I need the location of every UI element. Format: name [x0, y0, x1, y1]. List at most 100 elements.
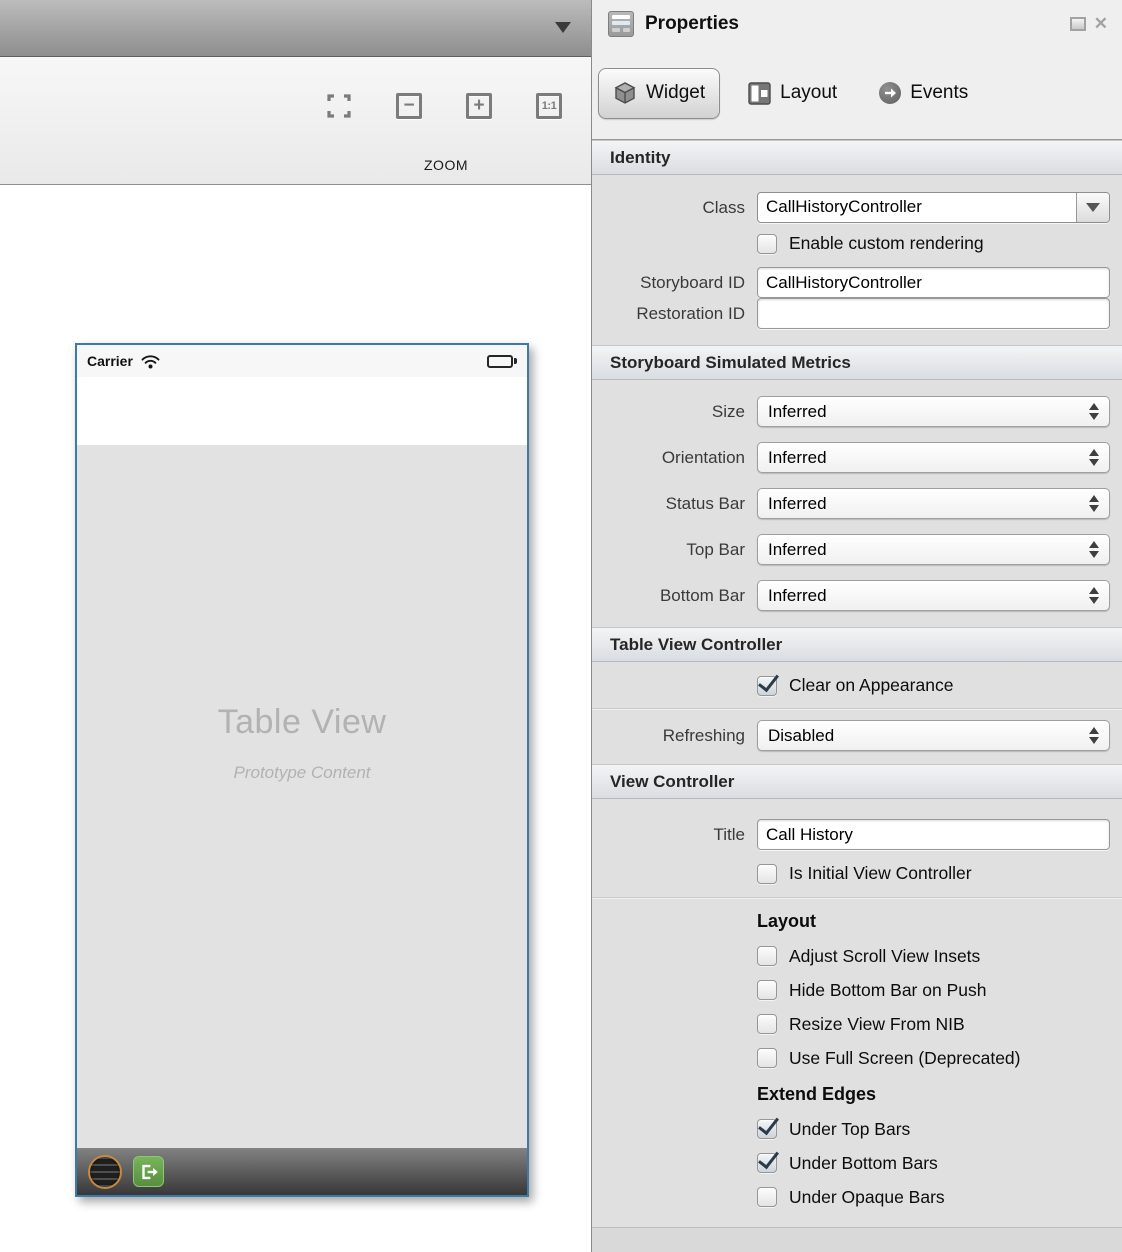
size-row: Size Inferred: [592, 396, 1122, 427]
resize-view-from-nib-checkbox[interactable]: [757, 1014, 777, 1034]
properties-panel-header: Properties ✕: [592, 0, 1122, 47]
orientation-popup[interactable]: Inferred: [757, 442, 1110, 473]
storyboard-id-field[interactable]: [757, 267, 1110, 298]
canvas-titlebar: [0, 0, 591, 57]
prototype-content-label: Prototype Content: [233, 763, 370, 783]
under-opaque-bars-row: Under Opaque Bars: [757, 1185, 1110, 1209]
properties-panel: Properties ✕ Widget: [591, 0, 1122, 1252]
tab-widget-label: Widget: [646, 82, 705, 104]
enable-custom-rendering-label: Enable custom rendering: [789, 233, 984, 254]
inspector-tab-bar: Widget Layout Events: [592, 47, 1122, 140]
zoom-out-button[interactable]: −: [394, 91, 424, 121]
under-top-bars-row: Under Top Bars: [757, 1117, 1110, 1141]
fit-corners-icon: [325, 92, 353, 120]
split-panes-icon: [748, 82, 771, 105]
enable-custom-rendering-row: Enable custom rendering: [757, 233, 1122, 254]
stepper-icon: [1089, 449, 1099, 466]
stepper-icon: [1089, 727, 1099, 744]
restoration-id-label: Restoration ID: [592, 304, 745, 324]
title-field[interactable]: [757, 819, 1110, 850]
empty-nav-area: [77, 377, 527, 445]
bottom-bar-label: Bottom Bar: [592, 586, 745, 606]
enable-custom-rendering-checkbox[interactable]: [757, 234, 777, 254]
use-full-screen-row: Use Full Screen (Deprecated): [757, 1046, 1110, 1070]
table-view-controller-section: Clear on Appearance Refreshing Disabled: [592, 662, 1122, 764]
refreshing-popup[interactable]: Disabled: [757, 720, 1110, 751]
carrier-label: Carrier: [87, 353, 133, 369]
battery-body: [487, 355, 513, 368]
close-panel-icon[interactable]: ✕: [1094, 15, 1108, 32]
tab-layout[interactable]: Layout: [734, 68, 851, 119]
tab-layout-label: Layout: [780, 82, 837, 104]
exit-segue-icon[interactable]: [133, 1156, 164, 1187]
under-top-bars-label: Under Top Bars: [789, 1119, 910, 1140]
refreshing-label: Refreshing: [592, 726, 745, 746]
hide-bottom-bar-on-push-checkbox[interactable]: [757, 980, 777, 1000]
table-view-controller-scene[interactable]: Carrier Table View: [75, 343, 529, 1197]
clear-on-appearance-checkbox[interactable]: [757, 676, 777, 696]
panel-title: Properties: [645, 13, 739, 35]
use-full-screen-checkbox[interactable]: [757, 1048, 777, 1068]
design-canvas[interactable]: Carrier Table View: [0, 185, 591, 1252]
under-bottom-bars-label: Under Bottom Bars: [789, 1153, 938, 1174]
zoom-in-button[interactable]: +: [464, 91, 494, 121]
wifi-icon: [141, 355, 160, 369]
status-bar-label: Status Bar: [592, 494, 745, 514]
zoom-actual-size-button[interactable]: 1:1: [534, 91, 564, 121]
battery-icon: [487, 355, 517, 368]
top-bar-label: Top Bar: [592, 540, 745, 560]
zoom-toolbar-label: ZOOM: [406, 157, 486, 173]
storyboard-id-label: Storyboard ID: [592, 273, 745, 293]
refreshing-row: Refreshing Disabled: [592, 709, 1122, 764]
hide-bottom-bar-on-push-row: Hide Bottom Bar on Push: [757, 978, 1110, 1002]
is-initial-view-controller-label: Is Initial View Controller: [789, 863, 972, 884]
zoom-fit-button[interactable]: [324, 91, 354, 121]
size-label: Size: [592, 402, 745, 422]
restoration-id-field[interactable]: [757, 298, 1110, 329]
arrow-right-circle-icon: [879, 82, 901, 104]
size-popup[interactable]: Inferred: [757, 396, 1110, 427]
status-bar-popup[interactable]: Inferred: [757, 488, 1110, 519]
tab-events[interactable]: Events: [865, 68, 982, 119]
stepper-icon: [1089, 495, 1099, 512]
battery-tip: [514, 358, 517, 364]
status-bar-row: Status Bar Inferred: [592, 488, 1122, 519]
properties-window-icon: [608, 11, 634, 37]
bottom-bar-row: Bottom Bar Inferred: [592, 580, 1122, 611]
under-bottom-bars-checkbox[interactable]: [757, 1153, 777, 1173]
table-view-placeholder[interactable]: Table View Prototype Content: [77, 445, 527, 1148]
chevron-down-icon[interactable]: [555, 22, 571, 33]
adjust-scroll-view-insets-row: Adjust Scroll View Insets: [757, 944, 1110, 968]
adjust-scroll-view-insets-checkbox[interactable]: [757, 946, 777, 966]
under-opaque-bars-checkbox[interactable]: [757, 1187, 777, 1207]
section-header-table-view-controller: Table View Controller: [592, 627, 1122, 662]
is-initial-view-controller-checkbox[interactable]: [757, 864, 777, 884]
layout-group-heading: Layout: [757, 911, 1110, 932]
float-panel-icon[interactable]: [1070, 17, 1086, 31]
simulated-status-bar: Carrier: [77, 345, 527, 377]
stepper-icon: [1089, 587, 1099, 604]
one-to-one-icon: 1:1: [536, 93, 562, 119]
table-view-controller-icon[interactable]: [88, 1155, 122, 1189]
top-bar-popup[interactable]: Inferred: [757, 534, 1110, 565]
section-header-view-controller: View Controller: [592, 764, 1122, 799]
under-top-bars-checkbox[interactable]: [757, 1119, 777, 1139]
app-window: − + 1:1 ZOOM Carrier: [0, 0, 1122, 1252]
zoom-in-icon: +: [466, 93, 492, 119]
tab-widget[interactable]: Widget: [598, 68, 720, 119]
class-label: Class: [592, 198, 745, 218]
section-header-identity: Identity: [592, 140, 1122, 175]
class-dropdown-button[interactable]: [1076, 193, 1109, 222]
table-view-placeholder-title: Table View: [218, 703, 387, 742]
zoom-toolbar: − + 1:1 ZOOM: [0, 57, 591, 185]
identity-section: Class CallHistoryController Enable custo…: [592, 175, 1122, 345]
storyboard-canvas-column: − + 1:1 ZOOM Carrier: [0, 0, 591, 1252]
use-full-screen-label: Use Full Screen (Deprecated): [789, 1048, 1020, 1069]
class-combobox[interactable]: CallHistoryController: [757, 192, 1110, 223]
title-label: Title: [592, 825, 745, 845]
clear-on-appearance-row: Clear on Appearance: [757, 662, 1122, 708]
tab-events-label: Events: [910, 82, 968, 104]
adjust-scroll-view-insets-label: Adjust Scroll View Insets: [789, 946, 980, 967]
title-row: Title: [592, 819, 1122, 850]
bottom-bar-popup[interactable]: Inferred: [757, 580, 1110, 611]
